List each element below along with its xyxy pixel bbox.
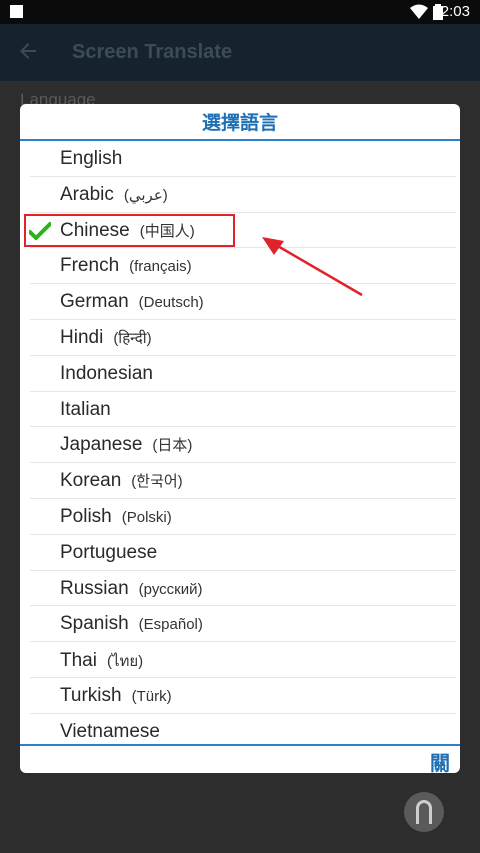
language-name: Korean [60, 470, 122, 492]
language-native-name: (ไทย) [106, 653, 144, 671]
language-name: Turkish [60, 685, 122, 706]
wifi-icon [410, 4, 428, 19]
language-item-german[interactable]: German (Deutsch) [20, 284, 460, 320]
language-item-korean[interactable]: Korean (한국어) [20, 463, 460, 499]
language-label: Spanish (Español) [60, 613, 203, 635]
language-item-portuguese[interactable]: Portuguese [20, 535, 460, 571]
language-label: Hindi (हिन्दी) [60, 327, 152, 349]
language-item-turkish[interactable]: Turkish (Türk) [20, 678, 460, 714]
language-item-chinese[interactable]: Chinese (中国人) [20, 213, 460, 249]
language-item-russian[interactable]: Russian (русский) [20, 571, 460, 607]
language-name: French [60, 255, 120, 277]
footer-divider [20, 744, 460, 746]
language-name: Spanish [60, 613, 129, 635]
language-name: Polish [60, 506, 112, 527]
app-title: Screen Translate [72, 41, 233, 63]
language-item-arabic[interactable]: Arabic (عربي) [20, 177, 460, 213]
language-item-french[interactable]: French (français) [20, 248, 460, 285]
language-native-name: (中国人) [139, 222, 195, 240]
floating-assistant-icon[interactable] [404, 792, 444, 832]
language-label: Japanese (日本) [60, 434, 192, 456]
language-native-name: (Polski) [121, 509, 172, 526]
language-item-polish[interactable]: Polish (Polski) [20, 499, 460, 535]
language-item-english[interactable]: English [20, 141, 460, 177]
language-name: Portuguese [60, 541, 158, 563]
language-item-indonesian[interactable]: Indonesian [20, 356, 460, 392]
language-label: Thai (ไทย) [60, 649, 143, 673]
language-native-name: (한국어) [131, 473, 183, 491]
language-item-vietnamese[interactable]: Vietnamese [20, 714, 460, 745]
language-name: Italian [60, 398, 111, 420]
language-label: Arabic (عربي) [60, 184, 168, 206]
language-name: Chinese [60, 219, 130, 241]
language-name: German [60, 291, 129, 313]
status-bar: 12:03 [0, 0, 480, 24]
dialog-title: 選擇語言 [201, 113, 278, 134]
language-item-hindi[interactable]: Hindi (हिन्दी) [20, 320, 460, 356]
language-label: Chinese (中国人) [60, 220, 195, 242]
language-name: Russian [60, 577, 129, 599]
language-label: Vietnamese [60, 721, 160, 743]
app-bar: Screen Translate [0, 24, 480, 81]
language-native-name: (Türk) [131, 688, 172, 705]
language-label: Russian (русский) [60, 578, 202, 600]
language-label: Portuguese [60, 542, 157, 564]
language-name: English [60, 148, 123, 169]
language-native-name: (français) [129, 258, 192, 276]
language-name: Japanese [60, 434, 143, 456]
language-list[interactable]: English Arabic (عربي) Chinese (中国人) French (fr… [20, 141, 460, 745]
language-native-name: (Español) [138, 616, 203, 634]
language-name: Arabic [60, 183, 114, 205]
language-label: German (Deutsch) [60, 291, 204, 313]
language-label: Indonesian [60, 363, 153, 385]
notification-square-icon [10, 5, 23, 18]
language-name: Hindi [60, 327, 104, 348]
close-button[interactable]: 關 [430, 747, 450, 773]
language-label: Italian [60, 399, 111, 421]
language-label: French (français) [60, 255, 192, 277]
language-label: Polish (Polski) [60, 506, 172, 528]
annotation-arrow-icon [262, 237, 363, 297]
language-item-japanese[interactable]: Japanese (日本) [20, 427, 460, 464]
clock: 12:03 [432, 3, 470, 20]
language-name: Indonesian [60, 362, 153, 384]
language-label: Korean (한국어) [60, 470, 183, 492]
back-arrow-icon[interactable] [16, 39, 40, 63]
language-item-thai[interactable]: Thai (ไทย) [20, 642, 460, 678]
language-item-italian[interactable]: Italian [20, 392, 460, 428]
language-native-name: (Deutsch) [138, 294, 204, 312]
language-native-name: (русский) [138, 580, 203, 598]
language-name: Thai [60, 650, 97, 672]
language-name: Vietnamese [60, 720, 160, 742]
language-dialog: 選擇語言 English Arabic (عربي) Chinese (中国人) Fren… [20, 104, 460, 773]
language-label: English [60, 148, 122, 170]
language-native-name: (عربي) [123, 186, 168, 204]
language-item-spanish[interactable]: Spanish (Español) [20, 606, 460, 643]
language-label: Turkish (Türk) [60, 685, 172, 707]
language-native-name: (हिन्दी) [113, 330, 152, 347]
language-native-name: (日本) [152, 437, 193, 455]
